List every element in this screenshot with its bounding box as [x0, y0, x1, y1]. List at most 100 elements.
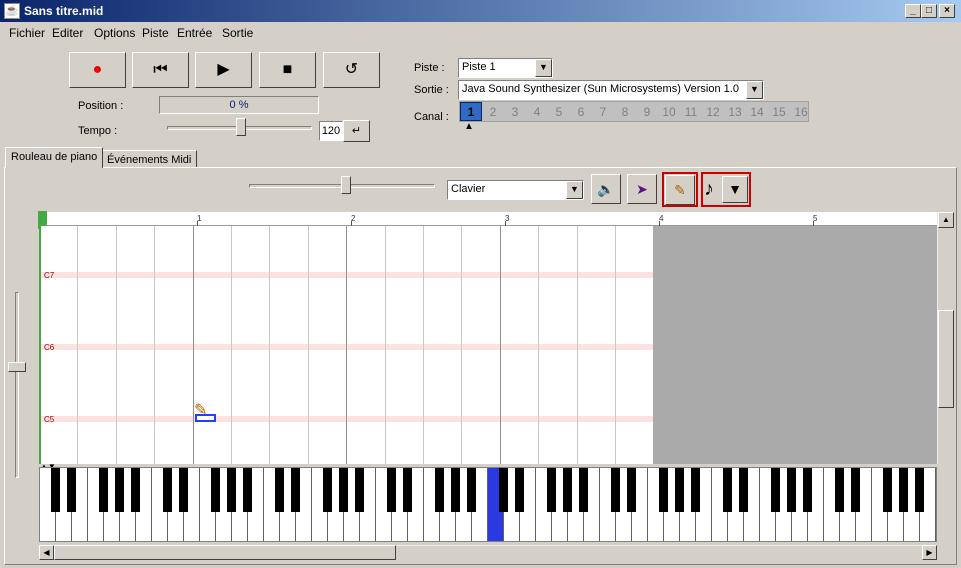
- maximize-button[interactable]: □: [921, 4, 937, 18]
- menu-sortie[interactable]: Sortie: [222, 26, 253, 40]
- canal-channel-1[interactable]: 1: [460, 102, 482, 121]
- black-key[interactable]: [323, 468, 332, 512]
- record-icon: ●: [92, 61, 103, 78]
- record-button[interactable]: ●: [69, 52, 126, 88]
- mode-select[interactable]: Clavier ▼: [447, 180, 584, 200]
- canal-channel-7[interactable]: 7: [592, 105, 614, 119]
- canal-channel-13[interactable]: 13: [724, 105, 746, 119]
- stop-button[interactable]: ■: [259, 52, 316, 88]
- rewind-button[interactable]: ⏮: [132, 52, 189, 88]
- note-grid[interactable]: [39, 226, 653, 464]
- black-key[interactable]: [563, 468, 572, 512]
- canal-channel-3[interactable]: 3: [504, 105, 526, 119]
- play-button[interactable]: ▶: [195, 52, 252, 88]
- black-key[interactable]: [131, 468, 140, 512]
- black-key[interactable]: [851, 468, 860, 512]
- black-key[interactable]: [387, 468, 396, 512]
- black-key[interactable]: [115, 468, 124, 512]
- black-key[interactable]: [899, 468, 908, 512]
- tab-rouleau-de-piano[interactable]: Rouleau de piano: [5, 147, 104, 168]
- canal-channel-6[interactable]: 6: [570, 105, 592, 119]
- canal-channel-2[interactable]: 2: [482, 105, 504, 119]
- black-key[interactable]: [99, 468, 108, 512]
- tempo-field[interactable]: 120: [319, 121, 343, 141]
- black-key[interactable]: [435, 468, 444, 512]
- black-key[interactable]: [739, 468, 748, 512]
- black-key[interactable]: [835, 468, 844, 512]
- canal-channel-4[interactable]: 4: [526, 105, 548, 119]
- minimize-button[interactable]: _: [905, 4, 921, 18]
- black-key[interactable]: [499, 468, 508, 512]
- scroll-left-button[interactable]: ◀: [39, 545, 54, 560]
- canal-channel-8[interactable]: 8: [614, 105, 636, 119]
- scroll-right-button[interactable]: ▶: [922, 545, 937, 560]
- black-key[interactable]: [227, 468, 236, 512]
- loop-button[interactable]: ↺: [323, 52, 380, 88]
- canal-channel-12[interactable]: 12: [702, 105, 724, 119]
- black-key[interactable]: [787, 468, 796, 512]
- tab-evenements-midi[interactable]: Événements Midi: [101, 150, 198, 168]
- position-bar: 0 %: [159, 96, 319, 114]
- black-key[interactable]: [451, 468, 460, 512]
- black-key[interactable]: [211, 468, 220, 512]
- canal-channel-10[interactable]: 10: [658, 105, 680, 119]
- menu-options[interactable]: Options: [94, 26, 135, 40]
- white-key[interactable]: [936, 468, 937, 542]
- piano-keyboard[interactable]: [39, 467, 937, 542]
- black-key[interactable]: [723, 468, 732, 512]
- menu-editer[interactable]: Editer: [52, 26, 83, 40]
- scroll-up-button[interactable]: ▲: [938, 212, 954, 228]
- canal-channel-9[interactable]: 9: [636, 105, 658, 119]
- tempo-slider-thumb[interactable]: [236, 118, 247, 136]
- vertical-zoom-track[interactable]: [15, 292, 19, 478]
- black-key[interactable]: [163, 468, 172, 512]
- black-key[interactable]: [915, 468, 924, 512]
- black-key[interactable]: [803, 468, 812, 512]
- canal-channel-16[interactable]: 16: [790, 105, 812, 119]
- black-key[interactable]: [291, 468, 300, 512]
- black-key[interactable]: [515, 468, 524, 512]
- close-button[interactable]: ×: [939, 4, 955, 18]
- chevron-down-icon: ▼: [728, 181, 742, 197]
- black-key[interactable]: [691, 468, 700, 512]
- canal-channel-5[interactable]: 5: [548, 105, 570, 119]
- black-key[interactable]: [51, 468, 60, 512]
- vertical-scroll-thumb[interactable]: [938, 310, 954, 408]
- beat-line: [384, 226, 386, 464]
- black-key[interactable]: [659, 468, 668, 512]
- pencil-tool-button[interactable]: ✎: [665, 175, 695, 205]
- canal-channel-15[interactable]: 15: [768, 105, 790, 119]
- note-length-dropdown[interactable]: ▼: [722, 176, 748, 203]
- menu-fichier[interactable]: Fichier: [9, 26, 45, 40]
- piste-value: Piste 1: [462, 61, 496, 73]
- black-key[interactable]: [771, 468, 780, 512]
- canal-channel-14[interactable]: 14: [746, 105, 768, 119]
- black-key[interactable]: [467, 468, 476, 512]
- vertical-zoom-thumb[interactable]: [8, 362, 26, 372]
- black-key[interactable]: [339, 468, 348, 512]
- canal-selector[interactable]: 1 2 3 4 5 6 7 8 9 10 11 12 13 14 15 16: [459, 101, 809, 122]
- black-key[interactable]: [243, 468, 252, 512]
- black-key[interactable]: [67, 468, 76, 512]
- black-key[interactable]: [627, 468, 636, 512]
- black-key[interactable]: [403, 468, 412, 512]
- black-key[interactable]: [275, 468, 284, 512]
- black-key[interactable]: [611, 468, 620, 512]
- timeline-ruler[interactable]: 12345: [39, 212, 937, 226]
- menu-piste[interactable]: Piste: [142, 26, 169, 40]
- menu-entree[interactable]: Entrée: [177, 26, 212, 40]
- select-tool-button[interactable]: ➤: [627, 174, 657, 204]
- black-key[interactable]: [579, 468, 588, 512]
- zoom-slider-thumb[interactable]: [340, 176, 351, 194]
- black-key[interactable]: [355, 468, 364, 512]
- sortie-select[interactable]: Java Sound Synthesizer (Sun Microsystems…: [458, 80, 764, 100]
- black-key[interactable]: [675, 468, 684, 512]
- black-key[interactable]: [883, 468, 892, 512]
- black-key[interactable]: [547, 468, 556, 512]
- canal-channel-11[interactable]: 11: [680, 105, 702, 119]
- mute-button[interactable]: 🔈: [591, 174, 621, 204]
- horizontal-scroll-thumb[interactable]: [54, 545, 396, 560]
- piste-select[interactable]: Piste 1 ▼: [458, 58, 553, 78]
- tempo-apply-button[interactable]: ↵: [343, 120, 370, 142]
- black-key[interactable]: [179, 468, 188, 512]
